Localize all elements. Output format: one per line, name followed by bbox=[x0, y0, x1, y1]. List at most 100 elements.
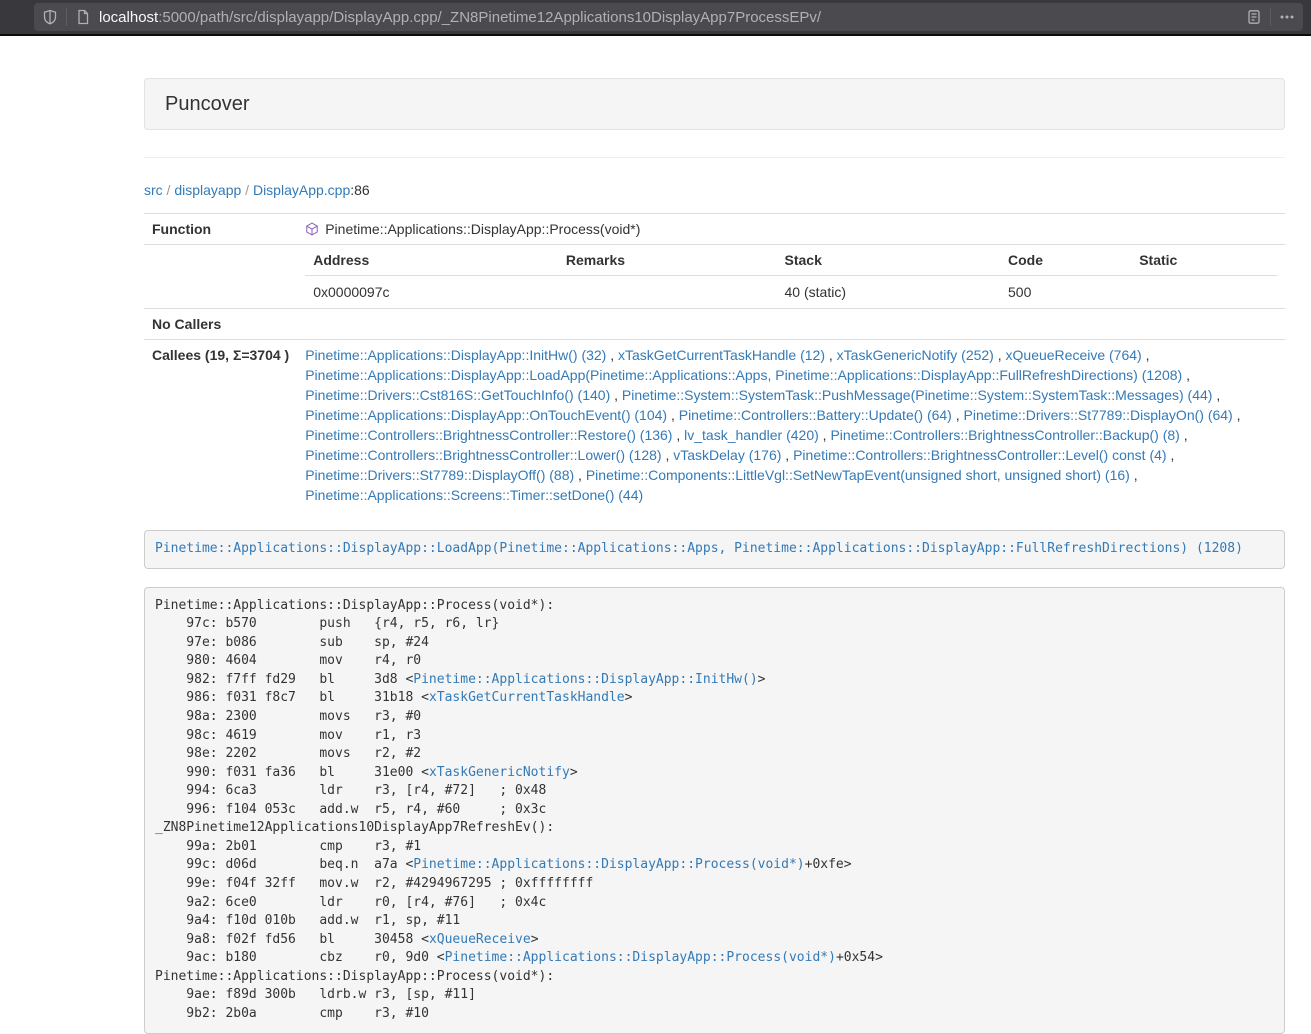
text-line: 97c: b570 push {r4, r5, r6, lr} bbox=[155, 615, 1274, 634]
text-segment: 990: f031 fa36 bl 31e00 < bbox=[155, 765, 429, 780]
function-name: Pinetime::Applications::DisplayApp::Proc… bbox=[325, 221, 640, 237]
text-segment: 980: 4604 mov r4, r0 bbox=[155, 653, 421, 668]
text-line: Pinetime::Applications::DisplayApp::Init… bbox=[305, 345, 1277, 365]
symbol-link[interactable]: vTaskDelay (176) bbox=[673, 447, 781, 463]
text-segment: 9a8: f02f fd56 bl 30458 < bbox=[155, 932, 429, 947]
symbol-link[interactable]: lv_task_handler (420) bbox=[684, 427, 819, 443]
col-remarks: Remarks bbox=[558, 245, 777, 276]
symbol-link[interactable]: Pinetime::Controllers::Battery::Update()… bbox=[679, 407, 952, 423]
function-table: Function Pinetime::Applications::Display… bbox=[144, 213, 1285, 510]
no-callers-row: No Callers bbox=[144, 309, 1285, 340]
symbol-link[interactable]: xTaskGetCurrentTaskHandle bbox=[429, 690, 625, 705]
symbol-link[interactable]: displayapp bbox=[174, 182, 241, 198]
text-line: 994: 6ca3 ldr r3, [r4, #72] ; 0x48 bbox=[155, 782, 1274, 801]
symbol-link[interactable]: xQueueReceive bbox=[429, 932, 531, 947]
no-callers-label: No Callers bbox=[144, 309, 297, 340]
text-segment: > bbox=[570, 765, 578, 780]
symbol-link[interactable]: Pinetime::Applications::Screens::Timer::… bbox=[305, 487, 643, 503]
symbol-link[interactable]: xTaskGetCurrentTaskHandle (12) bbox=[618, 347, 825, 363]
url-bar[interactable]: localhost:5000/path/src/displayapp/Displ… bbox=[34, 3, 1303, 31]
text-line: 9ac: b180 cbz r0, 9d0 <Pinetime::Applica… bbox=[155, 949, 1274, 968]
symbol-link[interactable]: src bbox=[144, 182, 163, 198]
text-segment: _ZN8Pinetime12Applications10DisplayApp7R… bbox=[155, 820, 554, 835]
function-label: Function bbox=[144, 214, 297, 245]
symbol-link[interactable]: Pinetime::Controllers::BrightnessControl… bbox=[305, 447, 661, 463]
text-line: Pinetime::Controllers::BrightnessControl… bbox=[305, 445, 1277, 465]
text-segment: 9a4: f10d 010b add.w r1, sp, #11 bbox=[155, 913, 460, 928]
callees-label: Callees (19, Σ=3704 ) bbox=[144, 340, 297, 511]
site-header: Puncover bbox=[144, 78, 1285, 130]
text-line: Pinetime::Drivers::St7789::DisplayOff() … bbox=[305, 465, 1277, 485]
browser-toolbar: localhost:5000/path/src/displayapp/Displ… bbox=[0, 0, 1311, 36]
symbol-link[interactable]: Pinetime::Components::LittleVgl::SetNewT… bbox=[586, 467, 1130, 483]
symbol-link[interactable]: Pinetime::Applications::DisplayApp::Init… bbox=[305, 347, 606, 363]
text-line: 9ae: f89d 300b ldrb.w r3, [sp, #11] bbox=[155, 986, 1274, 1005]
symbol-link[interactable]: Pinetime::Applications::DisplayApp::OnTo… bbox=[305, 407, 667, 423]
url-text[interactable]: localhost:5000/path/src/displayapp/Displ… bbox=[99, 9, 1246, 26]
text-line: 97e: b086 sub sp, #24 bbox=[155, 634, 1274, 653]
text-segment: , bbox=[610, 387, 622, 403]
text-line: 996: f104 053c add.w r5, r4, #60 ; 0x3c bbox=[155, 801, 1274, 820]
url-host: localhost bbox=[99, 9, 158, 26]
text-segment: , bbox=[1212, 387, 1220, 403]
loadapp-code-box: Pinetime::Applications::DisplayApp::Load… bbox=[144, 530, 1285, 569]
symbol-link[interactable]: Pinetime::Drivers::Cst816S::GetTouchInfo… bbox=[305, 387, 610, 403]
text-segment: , bbox=[1167, 447, 1175, 463]
text-line: Pinetime::Applications::DisplayApp::OnTo… bbox=[305, 405, 1277, 425]
symbol-link[interactable]: Pinetime::Applications::DisplayApp::Proc… bbox=[445, 950, 836, 965]
symbol-link[interactable]: Pinetime::Controllers::BrightnessControl… bbox=[793, 447, 1166, 463]
text-segment: / bbox=[241, 182, 253, 198]
text-segment: 986: f031 f8c7 bl 31b18 < bbox=[155, 690, 429, 705]
text-line: 9a2: 6ce0 ldr r0, [r4, #76] ; 0x4c bbox=[155, 894, 1274, 913]
text-segment: 9b2: 2b0a cmp r3, #10 bbox=[155, 1006, 429, 1021]
symbol-link[interactable]: Pinetime::Applications::DisplayApp::Init… bbox=[413, 672, 757, 687]
metrics-header-row: Address Remarks Stack Code Static bbox=[305, 245, 1277, 276]
col-stack: Stack bbox=[777, 245, 1001, 276]
text-segment: , bbox=[1180, 427, 1188, 443]
symbol-link[interactable]: Pinetime::Drivers::St7789::DisplayOn() (… bbox=[964, 407, 1233, 423]
urlbar-divider-right bbox=[1270, 8, 1271, 26]
text-segment: 996: f104 053c add.w r5, r4, #60 ; 0x3c bbox=[155, 802, 546, 817]
symbol-link[interactable]: Pinetime::Applications::DisplayApp::Load… bbox=[305, 367, 1182, 383]
text-line: 980: 4604 mov r4, r0 bbox=[155, 652, 1274, 671]
remarks-value bbox=[558, 276, 777, 309]
text-line: Pinetime::Applications::Screens::Timer::… bbox=[305, 485, 1277, 505]
symbol-link[interactable]: Pinetime::Applications::DisplayApp::Proc… bbox=[413, 857, 804, 872]
page-icon[interactable] bbox=[75, 9, 91, 25]
function-name-cell: Pinetime::Applications::DisplayApp::Proc… bbox=[297, 214, 1285, 245]
stack-value: 40 (static) bbox=[777, 276, 1001, 309]
symbol-link[interactable]: Pinetime::Applications::DisplayApp::Load… bbox=[155, 541, 1243, 556]
text-segment: / bbox=[163, 182, 175, 198]
reader-mode-icon[interactable] bbox=[1246, 9, 1262, 25]
symbol-link[interactable]: Pinetime::Controllers::BrightnessControl… bbox=[305, 427, 672, 443]
text-line: _ZN8Pinetime12Applications10DisplayApp7R… bbox=[155, 819, 1274, 838]
metrics-row-label bbox=[144, 245, 297, 309]
col-static: Static bbox=[1131, 245, 1277, 276]
text-line: 9a4: f10d 010b add.w r1, sp, #11 bbox=[155, 912, 1274, 931]
more-options-icon[interactable] bbox=[1279, 9, 1295, 25]
metrics-value-row: 0x0000097c 40 (static) 500 bbox=[305, 276, 1277, 309]
text-segment: 994: 6ca3 ldr r3, [r4, #72] ; 0x48 bbox=[155, 783, 546, 798]
shield-icon[interactable] bbox=[42, 9, 58, 25]
text-line: 98e: 2202 movs r2, #2 bbox=[155, 745, 1274, 764]
symbol-link[interactable]: Pinetime::Controllers::BrightnessControl… bbox=[830, 427, 1179, 443]
site-title[interactable]: Puncover bbox=[165, 93, 250, 115]
static-value bbox=[1131, 276, 1277, 309]
text-segment: 97e: b086 sub sp, #24 bbox=[155, 635, 429, 650]
text-line: Pinetime::Drivers::Cst816S::GetTouchInfo… bbox=[305, 385, 1277, 405]
text-segment: Pinetime::Applications::DisplayApp::Proc… bbox=[155, 598, 554, 613]
text-line: 98c: 4619 mov r1, r3 bbox=[155, 727, 1274, 746]
symbol-link[interactable]: xTaskGenericNotify bbox=[429, 765, 570, 780]
text-segment: , bbox=[606, 347, 618, 363]
symbol-link[interactable]: xTaskGenericNotify (252) bbox=[837, 347, 994, 363]
symbol-link[interactable]: Pinetime::System::SystemTask::PushMessag… bbox=[622, 387, 1213, 403]
text-segment: , bbox=[1142, 347, 1150, 363]
url-path: :5000/path/src/displayapp/DisplayApp.cpp… bbox=[158, 9, 821, 26]
col-address: Address bbox=[305, 245, 558, 276]
symbol-link[interactable]: Pinetime::Drivers::St7789::DisplayOff() … bbox=[305, 467, 574, 483]
text-segment: 98a: 2300 movs r3, #0 bbox=[155, 709, 421, 724]
disassembly-code-box: Pinetime::Applications::DisplayApp::Proc… bbox=[144, 587, 1285, 1034]
text-segment: 9a2: 6ce0 ldr r0, [r4, #76] ; 0x4c bbox=[155, 895, 546, 910]
symbol-link[interactable]: xQueueReceive (764) bbox=[1006, 347, 1142, 363]
symbol-link[interactable]: DisplayApp.cpp bbox=[253, 182, 350, 198]
